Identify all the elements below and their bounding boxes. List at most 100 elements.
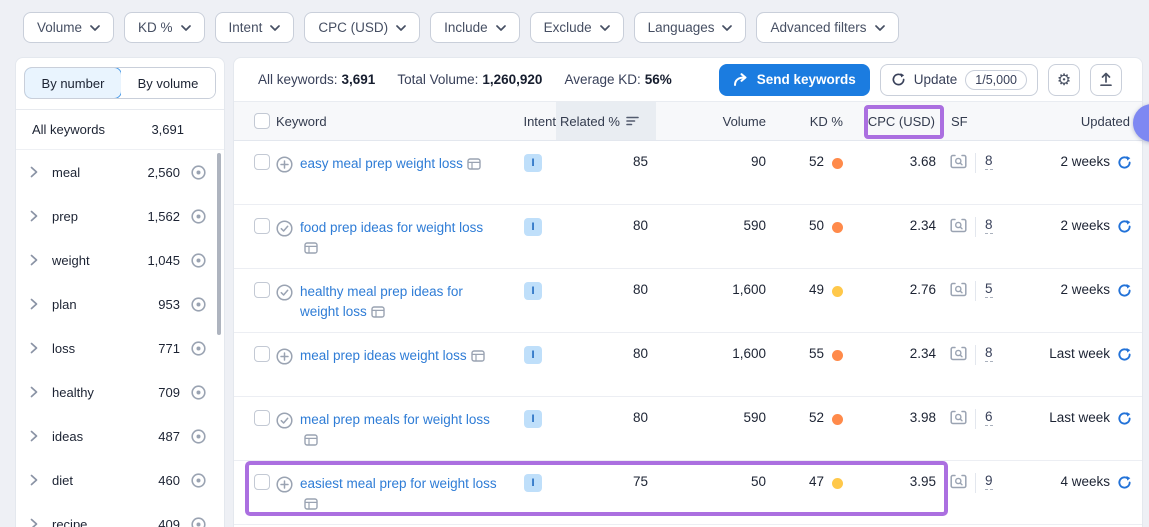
row-checkbox[interactable] (254, 346, 270, 362)
export-button[interactable] (1090, 64, 1122, 96)
sf-count[interactable]: 9 (985, 473, 993, 490)
sidebar-item-prep[interactable]: prep1,562 (16, 194, 224, 238)
chevron-right-icon[interactable] (30, 298, 44, 310)
serp-features-icon[interactable] (471, 348, 485, 368)
col-keyword[interactable]: Keyword (276, 102, 506, 140)
row-checkbox[interactable] (254, 410, 270, 426)
serp-preview-icon[interactable] (950, 282, 967, 297)
keyword-link[interactable]: meal prep meals for weight loss (300, 412, 490, 427)
filter-chip-volume[interactable]: Volume (23, 12, 114, 43)
sf-count[interactable]: 6 (985, 409, 993, 426)
updated-cell: Last week (1049, 346, 1110, 361)
volume-cell: 50 (656, 461, 768, 524)
serp-preview-icon[interactable] (950, 154, 967, 169)
tab-by-volume[interactable]: By volume (121, 68, 215, 98)
chevron-right-icon[interactable] (30, 518, 44, 527)
chevron-right-icon[interactable] (30, 210, 44, 222)
refresh-icon[interactable] (1117, 219, 1132, 234)
added-keyword-icon[interactable] (276, 284, 293, 332)
eye-icon[interactable] (190, 296, 208, 313)
serp-features-icon[interactable] (304, 432, 318, 452)
col-sf[interactable]: SF (944, 102, 1028, 140)
cpc-cell: 3.98 (856, 397, 944, 460)
eye-icon[interactable] (190, 428, 208, 445)
update-button[interactable]: Update 1/5,000 (880, 64, 1038, 96)
chevron-right-icon[interactable] (30, 254, 44, 266)
sidebar-item-recipe[interactable]: recipe409 (16, 502, 224, 527)
sf-count[interactable]: 8 (985, 345, 993, 362)
chevron-right-icon[interactable] (30, 342, 44, 354)
keyword-link[interactable]: easy meal prep weight loss (300, 156, 463, 171)
col-kd[interactable]: KD % (768, 102, 856, 140)
col-related[interactable]: Related % (556, 102, 656, 140)
row-checkbox[interactable] (254, 154, 270, 170)
filter-chip-include[interactable]: Include (430, 12, 520, 43)
sidebar-item-loss[interactable]: loss771 (16, 326, 224, 370)
refresh-icon[interactable] (1117, 155, 1132, 170)
sidebar-item-all-keywords[interactable]: All keywords 3,691 (16, 110, 224, 150)
chevron-right-icon[interactable] (30, 386, 44, 398)
add-keyword-icon[interactable] (276, 476, 293, 524)
refresh-icon[interactable] (1117, 475, 1132, 490)
col-updated[interactable]: Updated (1028, 102, 1142, 140)
eye-icon[interactable] (190, 208, 208, 225)
serp-preview-icon[interactable] (950, 346, 967, 361)
eye-icon[interactable] (190, 252, 208, 269)
keyword-link[interactable]: meal prep ideas weight loss (300, 348, 467, 363)
filter-chip-kd-[interactable]: KD % (124, 12, 205, 43)
added-keyword-icon[interactable] (276, 220, 293, 268)
chevron-down-icon (722, 25, 732, 31)
eye-icon[interactable] (190, 472, 208, 489)
sidebar-item-healthy[interactable]: healthy709 (16, 370, 224, 414)
keyword-link[interactable]: food prep ideas for weight loss (300, 220, 483, 235)
filter-chip-advanced-filters[interactable]: Advanced filters (756, 12, 898, 43)
filter-chip-cpc-usd-[interactable]: CPC (USD) (304, 12, 420, 43)
sidebar-item-weight[interactable]: weight1,045 (16, 238, 224, 282)
refresh-icon[interactable] (1117, 411, 1132, 426)
refresh-icon[interactable] (1117, 283, 1132, 298)
refresh-icon[interactable] (1117, 347, 1132, 362)
serp-preview-icon[interactable] (950, 474, 967, 489)
chevron-right-icon[interactable] (30, 430, 44, 442)
serp-preview-icon[interactable] (950, 218, 967, 233)
select-all-checkbox[interactable] (254, 113, 270, 129)
keyword-link[interactable]: easiest meal prep for weight loss (300, 476, 497, 491)
col-volume[interactable]: Volume (656, 102, 768, 140)
sf-count[interactable]: 5 (985, 281, 993, 298)
row-checkbox[interactable] (254, 474, 270, 490)
filter-chip-exclude[interactable]: Exclude (530, 12, 624, 43)
sf-count[interactable]: 8 (985, 217, 993, 234)
row-checkbox[interactable] (254, 282, 270, 298)
sidebar-item-diet[interactable]: diet460 (16, 458, 224, 502)
chevron-right-icon[interactable] (30, 474, 44, 486)
filter-chip-intent[interactable]: Intent (215, 12, 295, 43)
sidebar-scrollbar[interactable] (217, 153, 221, 335)
eye-icon[interactable] (190, 164, 208, 181)
settings-button[interactable]: ⚙ (1048, 64, 1080, 96)
filter-chip-languages[interactable]: Languages (634, 12, 747, 43)
eye-icon[interactable] (190, 340, 208, 357)
serp-preview-icon[interactable] (950, 410, 967, 425)
filter-bar: Volume KD % Intent CPC (USD) Include Exclude L… (23, 12, 899, 43)
add-keyword-icon[interactable] (276, 156, 293, 204)
col-cpc[interactable]: CPC (USD) (856, 102, 944, 140)
sf-count[interactable]: 8 (985, 153, 993, 170)
col-intent[interactable]: Intent (506, 102, 556, 140)
updated-cell: Last week (1049, 410, 1110, 425)
tab-by-number[interactable]: By number (24, 67, 122, 99)
eye-icon[interactable] (190, 384, 208, 401)
serp-features-icon[interactable] (467, 156, 481, 176)
serp-features-icon[interactable] (304, 496, 318, 516)
serp-features-icon[interactable] (304, 240, 318, 260)
eye-icon[interactable] (190, 516, 208, 527)
added-keyword-icon[interactable] (276, 412, 293, 460)
chevron-right-icon[interactable] (30, 166, 44, 178)
row-checkbox[interactable] (254, 218, 270, 234)
send-keywords-button[interactable]: Send keywords (719, 64, 870, 96)
sidebar-item-ideas[interactable]: ideas487 (16, 414, 224, 458)
sidebar-item-plan[interactable]: plan953 (16, 282, 224, 326)
add-keyword-icon[interactable] (276, 348, 293, 396)
table-body: easy meal prep weight lossI8590523.6882 … (234, 141, 1142, 525)
sidebar-item-meal[interactable]: meal2,560 (16, 150, 224, 194)
serp-features-icon[interactable] (371, 304, 385, 324)
